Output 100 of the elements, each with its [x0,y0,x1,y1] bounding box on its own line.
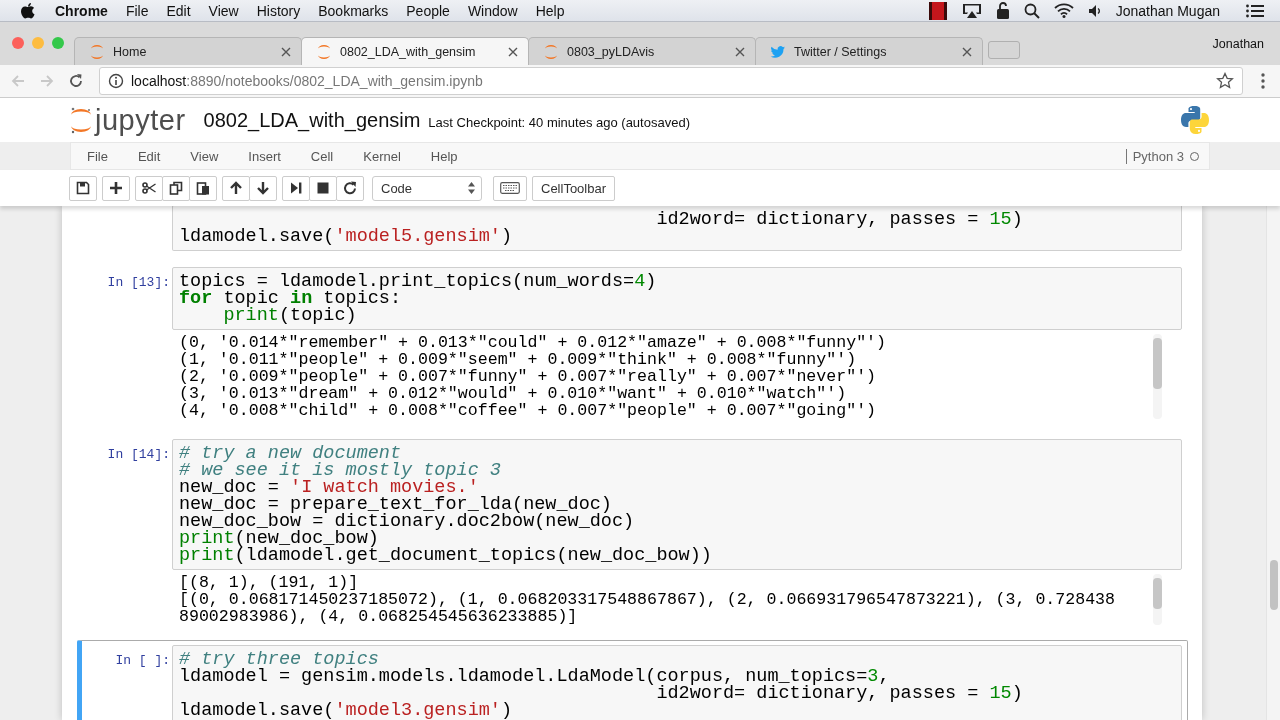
lock-icon[interactable] [995,2,1010,19]
code-line: new_doc_bow = dictionary.doc2bow(new_doc) [179,513,636,530]
star-icon[interactable] [1216,72,1234,90]
info-icon [108,73,124,89]
menu-item[interactable]: File [87,148,108,164]
code-cell[interactable]: In [ ]: # try three topics ldamodel = gensim.models.ldamodel.LdaModel(corpus, num_topics=3, id2word= dictionary, passes = 15) ldamodel.save('model3.gensim') [77,640,1188,720]
output-line: [(0, 0.068171450237185072), (1, 0.068203317548867867), (2, 0.066931796547873221), (3, 0.728438 [179,591,1117,608]
output-line: (0, '0.014*"remember" + 0.013*"could" + 0.012*"amaze" + 0.008*"funny"') [179,334,887,351]
jupyter-icon [543,43,559,60]
close-icon[interactable] [735,46,745,57]
menu-item[interactable]: Edit [137,148,161,164]
code-line: # try three topics [179,651,379,668]
search-icon[interactable] [1023,2,1040,19]
input-prompt: In [13]: [107,274,170,290]
code-line: ldamodel.save('model5.gensim') [179,228,514,245]
output-line: (2, '0.009*"people" + 0.007*"funny" + 0.007*"really" + 0.007*"never"') [179,368,878,385]
address-field[interactable]: localhost:8890/notebooks/0802_LDA_with_gensim.ipynb [99,67,1243,95]
menu-item[interactable]: View [208,2,239,19]
output-scrollbar[interactable] [1153,574,1162,625]
user-name[interactable]: Jonathan Mugan [1115,2,1220,19]
stop-button[interactable] [309,175,337,201]
menu-item[interactable]: History [256,2,301,19]
copy-button[interactable] [162,175,190,201]
apple-icon [20,1,36,20]
more-icon[interactable] [1260,72,1266,90]
menu-item[interactable]: Bookmarks [318,2,389,19]
menu-item[interactable]: File [125,2,149,19]
code-input[interactable]: # try three topics ldamodel = gensim.models.ldamodel.LdaModel(corpus, num_topics=3, id2word= dictionary, passes = 15) ldamodel.save('model3.gensim') [172,645,1182,720]
paste-button[interactable] [189,175,217,201]
cut-button[interactable] [135,175,163,201]
menu-item[interactable]: People [406,2,450,19]
code-line: new_doc = prepare_text_for_lda(new_doc) [179,496,612,513]
step-icon [289,181,303,195]
run-button[interactable] [282,175,310,201]
code-line: print(topic) [222,307,357,324]
menu-item[interactable]: Window [467,2,518,19]
code-input[interactable]: topics = ldamodel.print_topics(num_words=4) for topic in topics: print(topic) [172,267,1182,330]
code-input[interactable]: id2word= dictionary, passes = 15) ldamodel.save('model5.gensim') [172,206,1182,251]
code-line: print(ldamodel.get_document_topics(new_doc_bow)) [179,547,713,564]
close-icon[interactable] [508,46,518,57]
browser-tab[interactable]: 0803_pyLDAvis [528,37,756,65]
code-line: print(new_doc_bow) [179,530,379,547]
menu-item[interactable]: Edit [166,2,191,19]
code-cell[interactable]: id2word= dictionary, passes = 15) ldamodel.save('model5.gensim') [77,206,1188,256]
menu-item[interactable]: Help [430,148,458,164]
code-line: topics = ldamodel.print_topics(num_words=4) [179,273,658,290]
app-name[interactable]: Chrome [55,2,108,19]
arrow-up-icon [229,181,243,195]
plus-icon [109,181,123,195]
code-input[interactable] [172,439,1182,570]
input-prompt: In [ ]: [115,652,170,668]
output-scrollbar[interactable] [1153,334,1162,419]
move-down-button[interactable] [249,175,277,201]
close-icon[interactable] [962,46,972,57]
arrow-down-icon [256,181,270,195]
menu-item[interactable]: View [190,148,219,164]
reload-icon[interactable] [68,73,84,89]
insert-cell-button[interactable] [102,175,130,201]
checkpoint-status: Last Checkpoint: 40 minutes ago (autosaved) [428,113,690,130]
url-text: localhost:8890/notebooks/0802_LDA_with_gensim.ipynb [131,73,483,89]
stop-icon [316,181,330,195]
keyboard-button[interactable] [493,175,527,201]
list-icon[interactable] [1246,3,1264,18]
output-line: 89002983986), (4, 0.068254545636233885)] [179,608,579,625]
close-icon[interactable] [281,46,291,57]
move-up-button[interactable] [222,175,250,201]
menu-item[interactable]: Insert [248,148,281,164]
jupyter-icon [89,43,105,60]
browser-tab[interactable]: Home [74,37,302,65]
browser-tab[interactable]: Twitter / Settings [755,37,983,65]
wifi-icon[interactable] [1053,3,1074,18]
cell-toolbar-button[interactable]: CellToolbar [532,175,616,201]
restart-icon [343,181,357,195]
paste-icon [196,181,210,195]
code-line: id2word= dictionary, passes = 15) [656,685,1024,702]
tab-title: 0803_pyLDAvis [567,44,656,59]
kernel-name: Python 3 [1125,148,1184,164]
profile-name[interactable]: Jonathan [1212,36,1264,51]
logo-icon [1180,105,1210,135]
menu-item[interactable]: Kernel [363,148,401,164]
cell-type-select[interactable]: Code [372,175,482,201]
jupyter-icon[interactable] [70,106,92,134]
code-line: for topic in topics: [179,290,402,307]
page-scrollbar[interactable] [1266,206,1280,720]
code-line: id2word= dictionary, passes = 15) [655,211,1024,228]
display-icon[interactable] [961,2,982,19]
save-button[interactable] [69,175,97,201]
menu-item[interactable]: Help [535,2,565,19]
volume-icon[interactable] [1087,3,1102,18]
restart-button[interactable] [336,175,364,201]
tab-title: Home [113,44,148,59]
film-icon[interactable] [927,1,948,20]
copy-icon [169,181,183,195]
output-line: (1, '0.011*"people" + 0.009*"seem" + 0.009*"think" + 0.008*"funny"') [179,351,858,368]
menu-item[interactable]: Cell [310,148,334,164]
browser-tab[interactable]: 0802_LDA_with_gensim [301,37,529,65]
jupyter-icon [316,43,332,60]
logo-text[interactable]: jupyter [95,103,186,137]
notebook-title[interactable]: 0802_LDA_with_gensim [203,108,421,132]
input-prompt: In [14]: [107,446,170,462]
